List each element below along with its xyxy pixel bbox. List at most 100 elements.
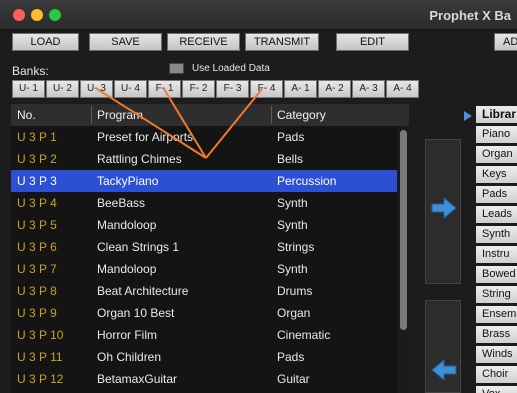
program-name: Oh Children [97,350,162,364]
column-header-no[interactable]: No. [11,104,91,126]
library-category-item[interactable]: Leads [476,206,517,223]
table-row[interactable]: U 3 P 9 Organ 10 Best Organ [11,302,397,324]
table-row[interactable]: U 3 P 11 Oh Children Pads [11,346,397,368]
program-category: Organ [277,306,311,320]
library-category-item[interactable]: Piano [476,126,517,143]
program-number: U 3 P 1 [17,130,57,144]
program-category: Cinematic [277,328,331,342]
table-row[interactable]: U 3 P 6 Clean Strings 1 Strings [11,236,397,258]
bank-tab[interactable]: U- 2 [46,80,79,98]
table-row[interactable]: U 3 P 12 BetamaxGuitar Guitar [11,368,397,390]
table-row[interactable]: U 3 P 5 Mandoloop Synth [11,214,397,236]
program-name: Mandoloop [97,218,157,232]
table-row[interactable]: U 3 P 10 Horror Film Cinematic [11,324,397,346]
program-category: Bells [277,152,304,166]
program-category: Synth [277,196,308,210]
program-category: Percussion [277,174,337,188]
save-button[interactable]: SAVE [89,33,162,51]
table-row[interactable]: U 3 P 2 Rattling Chimes Bells [11,148,397,170]
bank-tab[interactable]: F- 2 [182,80,215,98]
program-category: Pads [277,350,305,364]
bank-tab[interactable]: U- 4 [114,80,147,98]
library-category-item[interactable]: Choir [476,366,517,383]
use-loaded-data-checkbox[interactable] [169,63,184,74]
bank-tab[interactable]: F- 4 [250,80,283,98]
library-category-item[interactable]: Brass [476,326,517,343]
program-number: U 3 P 8 [17,284,57,298]
window-title: Prophet X Ba [429,8,511,23]
program-category: Synth [277,262,308,276]
library-category-item[interactable]: Winds [476,346,517,363]
program-name: Beat Architecture [97,284,189,298]
bank-tab[interactable]: F- 1 [148,80,181,98]
arrow-left-icon[interactable] [431,359,457,381]
library-category-item[interactable]: String [476,286,517,303]
bank-tab[interactable]: U- 1 [12,80,45,98]
program-number: U 3 P 4 [17,196,57,210]
library-header[interactable]: Librar [476,106,517,123]
triangle-right-icon [464,111,472,121]
receive-button[interactable]: RECEIVE [167,33,240,51]
minimize-window-button[interactable] [31,9,43,21]
program-name: BetamaxGuitar [97,372,178,386]
program-name: Horror Film [97,328,157,342]
copy-from-library-panel [425,300,461,393]
library-category-item[interactable]: Ensem [476,306,517,323]
use-loaded-data-label: Use Loaded Data [192,63,270,74]
bank-tab[interactable]: A- 3 [352,80,385,98]
program-number: U 3 P 9 [17,306,57,320]
library-category-item[interactable]: Instru [476,246,517,263]
program-number: U 3 P 3 [17,174,57,188]
add-button[interactable]: AD [494,33,517,51]
library-category-item[interactable]: Pads [476,186,517,203]
program-number: U 3 P 6 [17,240,57,254]
program-category: Synth [277,218,308,232]
program-number: U 3 P 7 [17,262,57,276]
library-category-item[interactable]: Keys [476,166,517,183]
table-row[interactable]: U 3 P 8 Beat Architecture Drums [11,280,397,302]
bank-tab[interactable]: A- 1 [284,80,317,98]
column-header-program[interactable]: Program [91,104,271,126]
library-category-item[interactable]: Organ [476,146,517,163]
program-name: Organ 10 Best [97,306,175,320]
maximize-window-button[interactable] [49,9,61,21]
bank-tab[interactable]: F- 3 [216,80,249,98]
transmit-button[interactable]: TRANSMIT [245,33,319,51]
program-category: Pads [277,130,305,144]
program-category: Drums [277,284,313,298]
banks-label: Banks: [12,64,49,78]
table-row[interactable]: U 3 P 3 TackyPiano Percussion [11,170,397,192]
column-header-category[interactable]: Category [271,104,397,126]
program-name: TackyPiano [97,174,159,188]
scrollbar-thumb[interactable] [400,130,407,330]
arrow-right-icon[interactable] [431,197,457,219]
library-category-item[interactable]: Bowed [476,266,517,283]
bank-tab[interactable]: U- 3 [80,80,113,98]
title-bar: Prophet X Ba [0,0,517,30]
program-name: BeeBass [97,196,146,210]
program-category: Strings [277,240,315,254]
bank-tab[interactable]: A- 4 [386,80,419,98]
edit-button[interactable]: EDIT [336,33,409,51]
program-category: Guitar [277,372,310,386]
program-name: Preset for Airports [97,130,194,144]
program-number: U 3 P 10 [17,328,64,342]
table-row[interactable]: U 3 P 4 BeeBass Synth [11,192,397,214]
program-name: Clean Strings 1 [97,240,180,254]
table-row[interactable]: U 3 P 1 Preset for Airports Pads [11,126,397,148]
program-number: U 3 P 12 [17,372,64,386]
program-number: U 3 P 5 [17,218,57,232]
close-window-button[interactable] [13,9,25,21]
program-table: No. Program Category U 3 P 1 Preset for A… [11,104,409,393]
library-category-item[interactable]: Synth [476,226,517,243]
load-button[interactable]: LOAD [12,33,79,51]
program-number: U 3 P 2 [17,152,57,166]
copy-to-library-panel [425,139,461,284]
program-name: Rattling Chimes [97,152,182,166]
bank-tab[interactable]: A- 2 [318,80,351,98]
table-header: No. Program Category [11,104,409,126]
library-category-item[interactable]: Vox [476,386,517,393]
table-row[interactable]: U 3 P 7 Mandoloop Synth [11,258,397,280]
program-number: U 3 P 11 [17,350,63,364]
program-name: Mandoloop [97,262,157,276]
